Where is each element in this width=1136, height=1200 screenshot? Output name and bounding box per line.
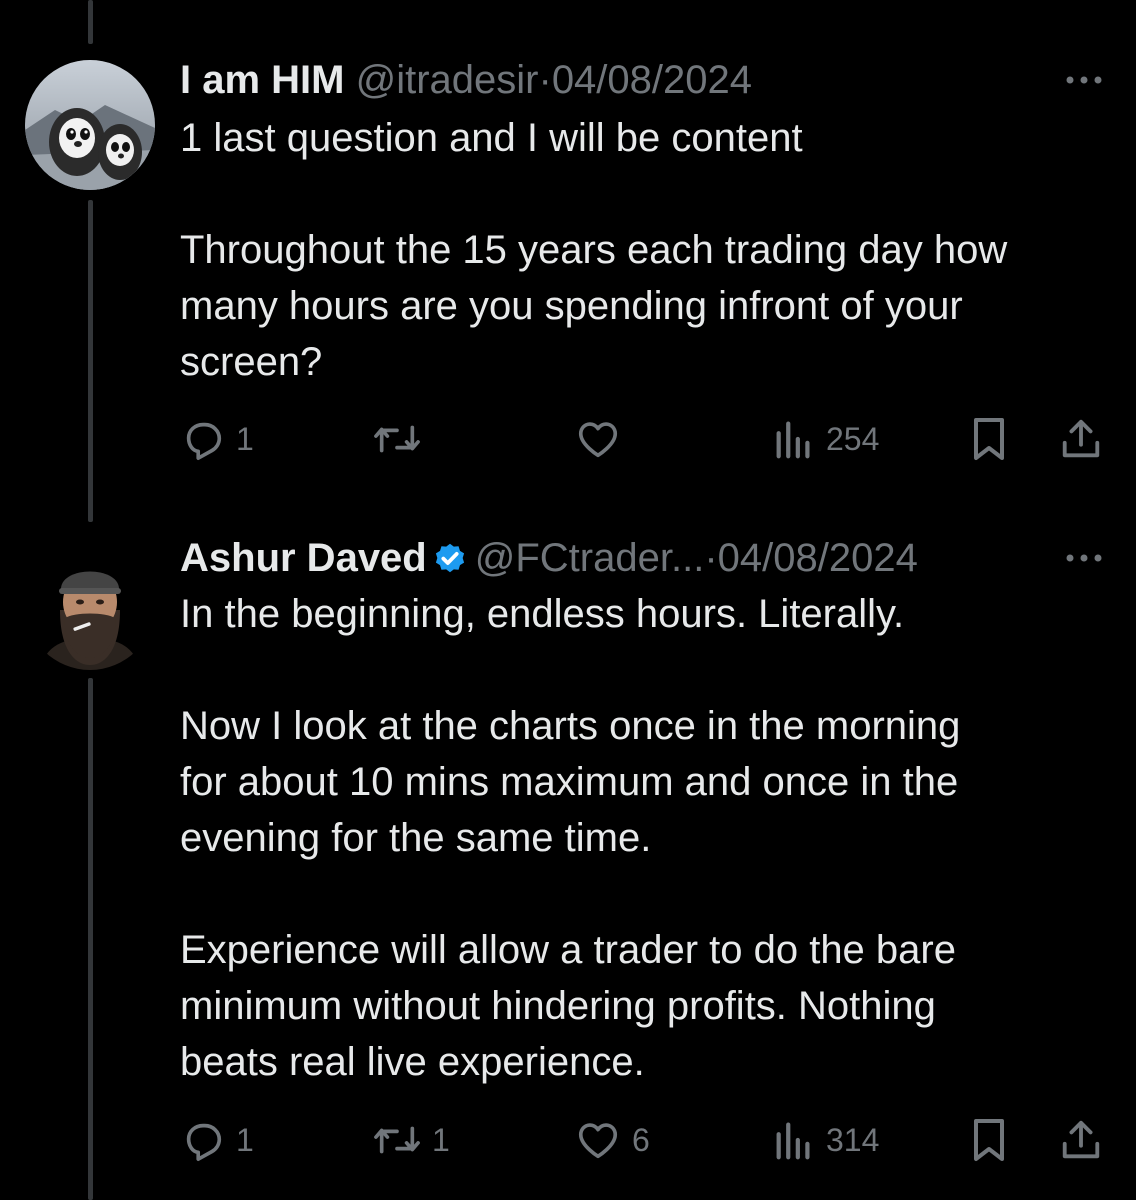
- tweet-2[interactable]: Ashur Daved @FCtrader...·04/08/2024 In th…: [0, 520, 1136, 1200]
- user-handle[interactable]: @itradesir: [356, 58, 539, 102]
- more-icon[interactable]: [1064, 548, 1104, 568]
- views-icon: [776, 421, 810, 459]
- tweet-1[interactable]: I am HIM @itradesir·04/08/2024 1 last qu…: [0, 0, 1136, 500]
- like-button[interactable]: [574, 415, 632, 463]
- more-icon[interactable]: [1064, 70, 1104, 90]
- thread-view: I am HIM @itradesir·04/08/2024 1 last qu…: [0, 0, 1136, 1200]
- tweet-date[interactable]: 04/08/2024: [552, 58, 752, 102]
- like-count: 6: [632, 1121, 650, 1158]
- action-bar: 1 254: [0, 415, 1136, 463]
- reply-button[interactable]: 1: [180, 415, 254, 463]
- like-button[interactable]: 6: [574, 1116, 650, 1164]
- share-button[interactable]: [1058, 1116, 1104, 1164]
- tweet-text: 1 last question and I will be content Th…: [180, 116, 1008, 384]
- bookmark-icon: [974, 1119, 1004, 1161]
- tweet-text: In the beginning, endless hours. Literal…: [180, 592, 961, 1084]
- share-icon: [1062, 1120, 1100, 1159]
- action-bar: 1 1 6 314: [0, 1116, 1136, 1164]
- penguins-avatar[interactable]: [25, 60, 155, 190]
- share-icon: [1062, 419, 1100, 458]
- retweet-icon: [374, 1126, 420, 1154]
- bookmark-icon: [974, 418, 1004, 460]
- display-name[interactable]: Ashur Daved: [180, 536, 427, 580]
- user-handle[interactable]: @FCtrader...: [475, 536, 705, 580]
- views-button[interactable]: 314: [772, 1116, 879, 1164]
- reply-icon: [186, 422, 222, 460]
- tweet-header: Ashur Daved @FCtrader...·04/08/2024: [180, 534, 918, 588]
- bearded-man-avatar[interactable]: [25, 540, 155, 670]
- view-count: 254: [826, 420, 880, 457]
- separator-dot: ·: [704, 536, 718, 580]
- reply-count: 1: [236, 1121, 254, 1158]
- share-button[interactable]: [1058, 415, 1104, 463]
- retweet-count: 1: [432, 1121, 450, 1158]
- retweet-icon: [374, 425, 420, 453]
- bookmark-button[interactable]: [968, 1116, 1010, 1164]
- heart-icon: [578, 1123, 618, 1159]
- heart-icon: [578, 422, 618, 458]
- retweet-button[interactable]: [372, 415, 432, 463]
- reply-icon: [186, 1123, 222, 1161]
- tweet-date[interactable]: 04/08/2024: [718, 536, 918, 580]
- retweet-button[interactable]: 1: [372, 1116, 450, 1164]
- views-icon: [776, 1122, 810, 1160]
- views-button[interactable]: 254: [772, 415, 879, 463]
- reply-count: 1: [236, 420, 254, 457]
- separator-dot: ·: [538, 58, 552, 102]
- display-name[interactable]: I am HIM: [180, 58, 344, 102]
- bookmark-button[interactable]: [968, 415, 1010, 463]
- view-count: 314: [826, 1121, 880, 1158]
- tweet-header: I am HIM @itradesir·04/08/2024: [180, 56, 752, 104]
- reply-button[interactable]: 1: [180, 1116, 254, 1164]
- verified-badge-icon: [431, 539, 469, 588]
